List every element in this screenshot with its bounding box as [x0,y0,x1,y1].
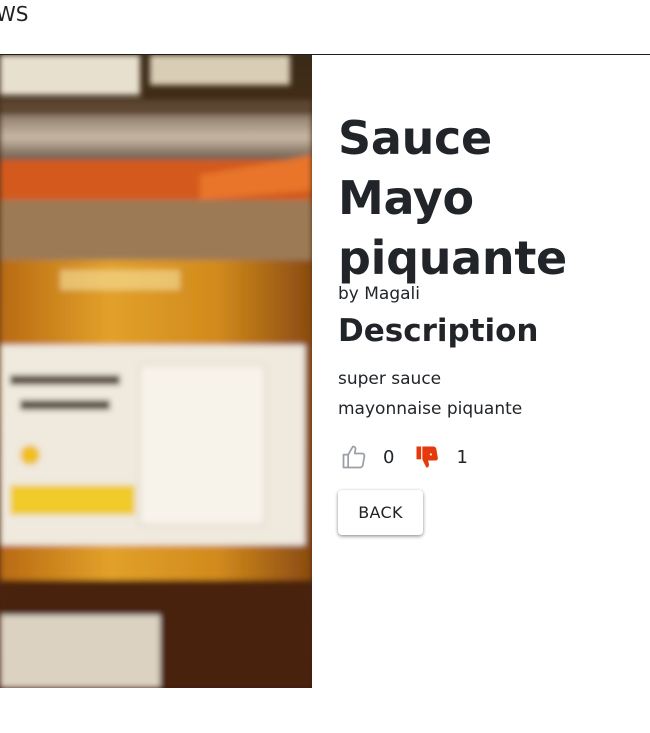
vote-bar: 0 1 [338,440,638,474]
dislike-count: 1 [456,446,468,468]
top-navbar: WS [0,0,650,55]
recipe-details: Sauce Mayo piquante by Magali Descriptio… [338,108,638,535]
recipe-title: Sauce Mayo piquante [338,111,567,285]
recipe-image [0,55,312,688]
description-text: super sauce mayonnaise piquante [338,369,523,419]
like-count: 0 [383,446,395,468]
thumbs-down-icon[interactable] [411,441,443,473]
thumbs-up-icon[interactable] [338,441,370,473]
back-button[interactable]: BACK [338,490,423,535]
brand-logo[interactable]: WS [0,2,28,26]
description-heading: Description [338,313,539,349]
